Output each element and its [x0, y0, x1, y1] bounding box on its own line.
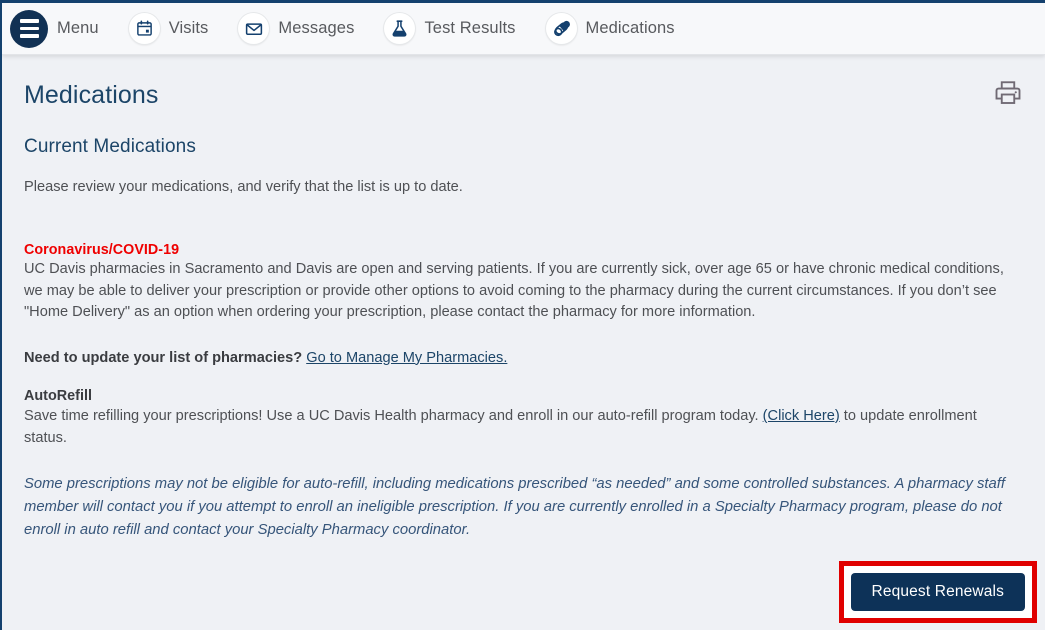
intro-text: Please review your medications, and veri… [24, 176, 1023, 198]
page-title: Medications [24, 81, 1023, 110]
printer-icon[interactable] [991, 77, 1025, 111]
covid-notice-heading: Coronavirus/COVID-19 [24, 242, 1023, 258]
medications-content-panel: Medications Current Medications Please r… [2, 55, 1045, 630]
nav-item-medications[interactable]: Medications [546, 13, 675, 44]
section-title-current-medications: Current Medications [24, 136, 1023, 158]
envelope-icon[interactable] [238, 13, 269, 44]
pill-capsule-icon[interactable] [546, 13, 577, 44]
nav-item-test-results[interactable]: Test Results [384, 13, 515, 44]
autorefill-eligibility-note: Some prescriptions may not be eligible f… [24, 473, 1023, 542]
calendar-icon[interactable] [129, 13, 160, 44]
nav-item-menu[interactable]: Menu [10, 10, 99, 48]
nav-item-visits[interactable]: Visits [129, 13, 209, 44]
autorefill-heading: AutoRefill [24, 388, 1023, 404]
nav-item-label-medications: Medications [586, 19, 675, 38]
patient-portal-window: Menu Visits Messages [0, 0, 1045, 630]
covid-notice-block: Coronavirus/COVID-19 UC Davis pharmacies… [24, 242, 1023, 324]
manage-pharmacies-prompt: Need to update your list of pharmacies? [24, 350, 302, 366]
autorefill-block: AutoRefill Save time refilling your pres… [24, 388, 1023, 449]
manage-pharmacies-line: Need to update your list of pharmacies? … [24, 350, 1023, 366]
autorefill-click-here-link[interactable]: (Click Here) [763, 408, 840, 424]
nav-item-label-test-results: Test Results [424, 19, 515, 38]
request-renewals-highlight: Request Renewals [839, 561, 1038, 623]
nav-item-messages[interactable]: Messages [238, 13, 354, 44]
top-navigation-bar: Menu Visits Messages [2, 3, 1045, 55]
hamburger-menu-icon[interactable] [10, 10, 48, 48]
request-renewals-button[interactable]: Request Renewals [851, 573, 1026, 611]
flask-icon[interactable] [384, 13, 415, 44]
autorefill-text-before-link: Save time refilling your prescriptions! … [24, 408, 759, 424]
nav-item-label-visits: Visits [169, 19, 209, 38]
nav-item-label-menu: Menu [57, 19, 99, 38]
manage-my-pharmacies-link[interactable]: Go to Manage My Pharmacies. [306, 350, 507, 366]
autorefill-body: Save time refilling your prescriptions! … [24, 405, 1023, 449]
covid-notice-body: UC Davis pharmacies in Sacramento and Da… [24, 259, 1023, 324]
nav-item-label-messages: Messages [278, 19, 354, 38]
